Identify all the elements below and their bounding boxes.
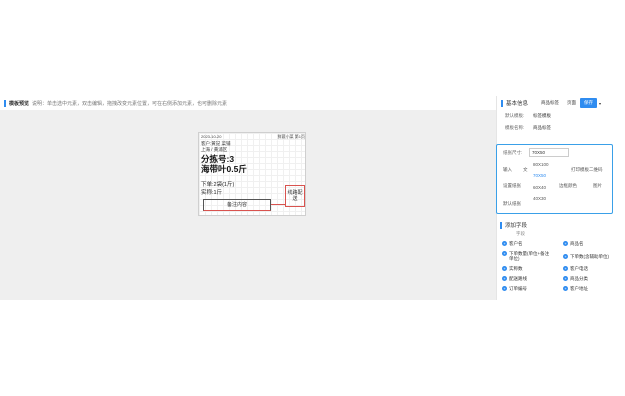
- plus-icon: +: [563, 276, 568, 281]
- plus-icon: +: [563, 254, 568, 259]
- label-preview[interactable]: 2023-10-20 鲜蔬小菜 第1页 客户:黄記 菜铺 上海 / 黄浦区 分拣…: [198, 132, 306, 216]
- basic-info-header: 基本信息 商品标签 页面 保存 ▾: [497, 96, 625, 110]
- label-order-qty[interactable]: 下单:2袋(1斤): [201, 180, 234, 188]
- save-button[interactable]: 保存: [580, 98, 598, 108]
- fields-subtitle: 字段: [516, 231, 525, 236]
- field-order-number[interactable]: + 订单编号: [502, 286, 553, 291]
- input-option[interactable]: 输入: [503, 167, 512, 173]
- default-template-label: 默认模板:: [505, 113, 525, 118]
- section-marker: [501, 99, 503, 107]
- field-delivery-route[interactable]: + 配送路线: [502, 276, 553, 281]
- print-qr-option[interactable]: 打印模板二维码: [571, 167, 603, 173]
- field-weighed-qty[interactable]: + 实称数: [502, 266, 553, 271]
- tab-page[interactable]: 页面: [563, 98, 580, 108]
- label-connector: [271, 204, 285, 205]
- image-option[interactable]: 图片: [593, 183, 602, 189]
- size-option-70x50[interactable]: 70X50: [533, 173, 546, 178]
- field-product-category[interactable]: + 商品分类: [563, 276, 614, 281]
- template-name-row: 模板名称: 商品标签: [497, 122, 625, 134]
- paper-size-input[interactable]: 70X50: [529, 148, 569, 157]
- template-name-value[interactable]: 商品标签: [533, 125, 551, 131]
- paper-size-label: 纸张尺寸:: [503, 150, 523, 155]
- tab-product-label[interactable]: 商品标签: [537, 98, 563, 108]
- label-remark-box[interactable]: 备注内容: [203, 199, 271, 211]
- field-customer-address[interactable]: + 客户地址: [563, 286, 614, 291]
- default-paper-option[interactable]: 默认纸张: [503, 201, 521, 207]
- field-order-qty-aux[interactable]: + 下单数(含辅助单位): [563, 254, 614, 259]
- plus-icon: +: [502, 276, 507, 281]
- field-customer-phone[interactable]: + 客户电话: [563, 266, 614, 271]
- preview-canvas: 2023-10-20 鲜蔬小菜 第1页 客户:黄記 菜铺 上海 / 黄浦区 分拣…: [0, 110, 496, 300]
- chevron-down-icon[interactable]: ▾: [599, 101, 601, 106]
- field-customer-name[interactable]: + 客户名: [502, 241, 553, 246]
- label-date[interactable]: 2023-10-20: [201, 134, 221, 140]
- add-field-header: 添加字段: [496, 218, 625, 232]
- label-product[interactable]: 海带叶0.5斤: [201, 163, 247, 175]
- label-route-box[interactable]: 线路配送: [285, 185, 305, 207]
- add-field-title-row: 添加字段: [496, 218, 625, 232]
- plus-icon: +: [563, 286, 568, 291]
- preview-title: 模板预览: [9, 100, 30, 107]
- default-template-value[interactable]: 标签模板: [533, 113, 551, 119]
- default-template-row: 默认模板: 标签模板: [497, 110, 625, 122]
- plus-icon: +: [502, 266, 507, 271]
- label-weighed-qty[interactable]: 实称:1斤: [201, 188, 222, 196]
- field-order-qty-unit[interactable]: + 下单数量(单位+备注单位): [502, 251, 553, 261]
- preview-hint-bar: 模板预览 说明：单击选中元素，双击编辑，拖拽改变元素位置，可在右侧添加元素，也可…: [0, 96, 496, 110]
- border-color-option[interactable]: 边框颜色: [559, 183, 577, 189]
- add-field-title: 添加字段: [505, 223, 528, 229]
- section-marker: [500, 221, 502, 229]
- basic-info-title: 基本信息: [506, 101, 529, 107]
- preview-description: 说明：单击选中元素，双击编辑，拖拽改变元素位置，可在右侧添加元素，也可删除元素: [32, 100, 228, 107]
- paper-size-dropdown: 纸张尺寸: 70X50 输入 文 设置纸张 默认纸张 80X100 70X50 …: [496, 144, 613, 214]
- plus-icon: +: [563, 266, 568, 271]
- size-option-80x100[interactable]: 80X100: [533, 162, 549, 167]
- text-option[interactable]: 文: [523, 167, 528, 173]
- plus-icon: +: [502, 286, 507, 291]
- size-option-60x40[interactable]: 60X40: [533, 185, 546, 190]
- section-marker: [4, 99, 6, 107]
- set-paper-option[interactable]: 设置纸张: [503, 183, 521, 189]
- template-name-label: 模板名称:: [505, 125, 525, 130]
- field-product-name[interactable]: + 商品名: [563, 241, 614, 246]
- label-editor: 模板预览 说明：单击选中元素，双击编辑，拖拽改变元素位置，可在右侧添加元素，也可…: [0, 96, 625, 300]
- size-option-40x30[interactable]: 40X30: [533, 196, 546, 201]
- plus-icon: +: [563, 241, 568, 246]
- label-store[interactable]: 鲜蔬小菜 第1页: [278, 134, 305, 140]
- plus-icon: +: [502, 251, 507, 256]
- label-header: 2023-10-20 鲜蔬小菜 第1页: [201, 134, 305, 140]
- plus-icon: +: [502, 241, 507, 246]
